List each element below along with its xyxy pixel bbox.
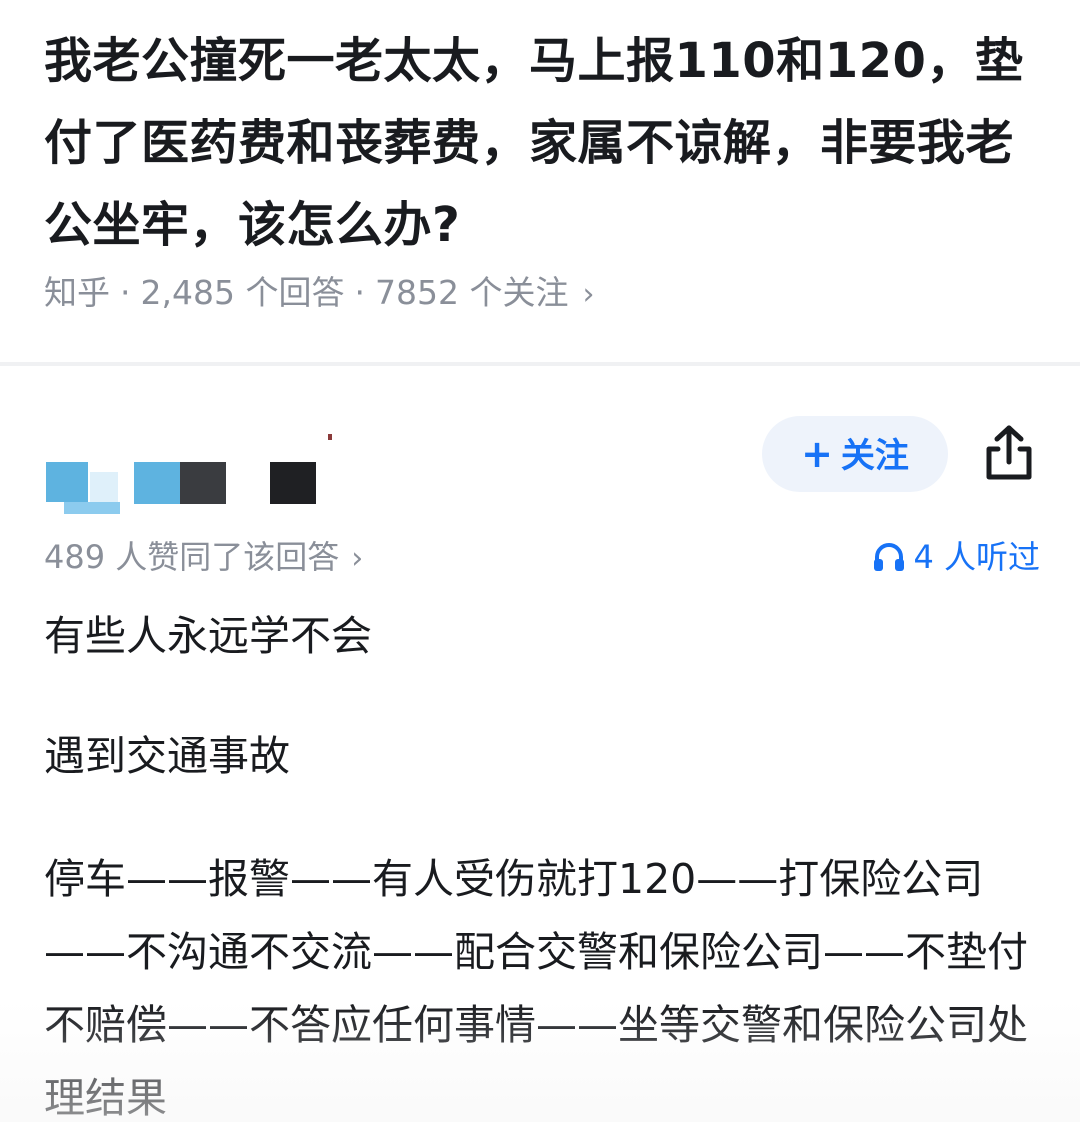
author-avatar-pixelated[interactable] (44, 434, 344, 520)
share-icon[interactable] (982, 422, 1036, 484)
question-meta[interactable]: 知乎 · 2,485 个回答 · 7852 个关注 › (44, 268, 594, 320)
question-title[interactable]: 我老公撞死一老太太，马上报110和120，垫付了医药费和丧葬费，家属不谅解，非要… (44, 20, 1044, 266)
plus-icon: + (801, 432, 833, 476)
answer-paragraph: 停车——报警——有人受伤就打120——打保险公司——不沟通不交流——配合交警和保… (44, 855, 1028, 1122)
answer-stats-row: 489 人赞同了该回答 › 4 人听过 (44, 532, 1040, 582)
author-row: + 关注 (44, 416, 1044, 514)
headphones-icon (874, 543, 905, 571)
answer-count: 2,485 个回答 (140, 273, 345, 312)
source-label: 知乎 (44, 273, 110, 312)
follower-count: 7852 个关注 (374, 273, 569, 312)
question-header: 我老公撞死一老太太，马上报110和120，垫付了医药费和丧葬费，家属不谅解，非要… (0, 0, 1080, 362)
like-count[interactable]: 489 人赞同了该回答 › (44, 538, 363, 576)
section-divider (0, 362, 1080, 366)
follow-button[interactable]: + 关注 (762, 416, 948, 492)
chevron-right-icon: › (582, 277, 595, 312)
answer-paragraph: 遇到交通事故 (44, 732, 290, 780)
listen-count[interactable]: 4 人听过 (873, 532, 1040, 582)
chevron-right-icon: › (351, 541, 364, 576)
answer-paragraph: 有些人永远学不会 (44, 612, 372, 660)
